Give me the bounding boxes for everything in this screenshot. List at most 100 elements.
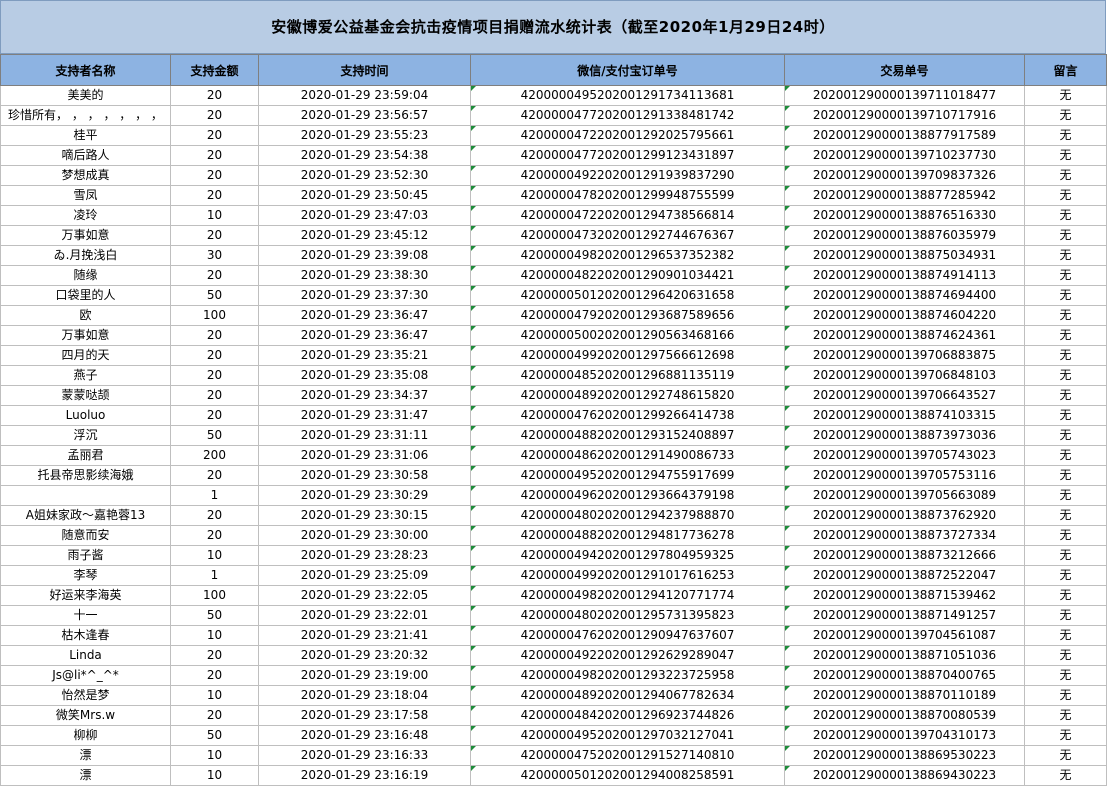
cell-amount[interactable]: 20 xyxy=(170,265,259,286)
cell-time[interactable]: 2020-01-29 23:30:29 xyxy=(258,485,471,506)
cell-transaction-number[interactable]: 202001290000139709837326 xyxy=(784,165,1025,186)
cell-supporter-name[interactable]: 随缘 xyxy=(0,265,171,286)
cell-amount[interactable]: 20 xyxy=(170,645,259,666)
cell-amount[interactable]: 10 xyxy=(170,745,259,766)
header-supporter-name[interactable]: 支持者名称 xyxy=(0,54,171,86)
cell-order-number[interactable]: 4200000477202001291338481742 xyxy=(470,105,785,126)
cell-message[interactable]: 无 xyxy=(1024,505,1107,526)
cell-supporter-name[interactable]: 万事如意 xyxy=(0,225,171,246)
header-message[interactable]: 留言 xyxy=(1024,54,1107,86)
cell-message[interactable]: 无 xyxy=(1024,285,1107,306)
cell-supporter-name[interactable]: 漂 xyxy=(0,765,171,786)
cell-message[interactable]: 无 xyxy=(1024,485,1107,506)
cell-order-number[interactable]: 4200000495202001294755917699 xyxy=(470,465,785,486)
cell-order-number[interactable]: 4200000498202001293223725958 xyxy=(470,665,785,686)
cell-time[interactable]: 2020-01-29 23:34:37 xyxy=(258,385,471,406)
cell-order-number[interactable]: 4200000475202001291527140810 xyxy=(470,745,785,766)
cell-order-number[interactable]: 4200000499202001291017616253 xyxy=(470,565,785,586)
cell-time[interactable]: 2020-01-29 23:59:04 xyxy=(258,85,471,106)
cell-supporter-name[interactable]: 微笑Mrs.w xyxy=(0,705,171,726)
cell-supporter-name[interactable]: 嘀后路人 xyxy=(0,145,171,166)
cell-supporter-name[interactable]: 托县帝思影续海娥 xyxy=(0,465,171,486)
cell-time[interactable]: 2020-01-29 23:16:33 xyxy=(258,745,471,766)
cell-order-number[interactable]: 4200000484202001296923744826 xyxy=(470,705,785,726)
cell-order-number[interactable]: 4200000501202001294008258591 xyxy=(470,765,785,786)
cell-message[interactable]: 无 xyxy=(1024,685,1107,706)
cell-message[interactable]: 无 xyxy=(1024,345,1107,366)
cell-transaction-number[interactable]: 202001290000139705663089 xyxy=(784,485,1025,506)
cell-time[interactable]: 2020-01-29 23:22:05 xyxy=(258,585,471,606)
cell-order-number[interactable]: 4200000472202001294738566814 xyxy=(470,205,785,226)
cell-time[interactable]: 2020-01-29 23:37:30 xyxy=(258,285,471,306)
cell-amount[interactable]: 20 xyxy=(170,385,259,406)
cell-order-number[interactable]: 4200000488202001294817736278 xyxy=(470,525,785,546)
cell-time[interactable]: 2020-01-29 23:55:23 xyxy=(258,125,471,146)
cell-amount[interactable]: 50 xyxy=(170,605,259,626)
cell-message[interactable]: 无 xyxy=(1024,745,1107,766)
cell-amount[interactable]: 20 xyxy=(170,145,259,166)
cell-supporter-name[interactable]: 凌玲 xyxy=(0,205,171,226)
cell-transaction-number[interactable]: 202001290000138873973036 xyxy=(784,425,1025,446)
cell-amount[interactable]: 50 xyxy=(170,725,259,746)
cell-amount[interactable]: 1 xyxy=(170,485,259,506)
cell-transaction-number[interactable]: 202001290000138871539462 xyxy=(784,585,1025,606)
cell-amount[interactable]: 20 xyxy=(170,85,259,106)
cell-message[interactable]: 无 xyxy=(1024,205,1107,226)
cell-amount[interactable]: 20 xyxy=(170,105,259,126)
cell-order-number[interactable]: 4200000492202001291939837290 xyxy=(470,165,785,186)
header-amount[interactable]: 支持金额 xyxy=(170,54,259,86)
cell-order-number[interactable]: 4200000496202001293664379198 xyxy=(470,485,785,506)
cell-message[interactable]: 无 xyxy=(1024,605,1107,626)
cell-message[interactable]: 无 xyxy=(1024,185,1107,206)
cell-order-number[interactable]: 4200000489202001294067782634 xyxy=(470,685,785,706)
cell-time[interactable]: 2020-01-29 23:35:21 xyxy=(258,345,471,366)
cell-amount[interactable]: 20 xyxy=(170,465,259,486)
cell-supporter-name[interactable]: 好运来李海英 xyxy=(0,585,171,606)
cell-transaction-number[interactable]: 202001290000138874624361 xyxy=(784,325,1025,346)
cell-transaction-number[interactable]: 202001290000138873212666 xyxy=(784,545,1025,566)
cell-transaction-number[interactable]: 202001290000139706643527 xyxy=(784,385,1025,406)
cell-supporter-name[interactable]: 珍惜所有， ， ， ， ， ， ， xyxy=(0,105,171,126)
cell-order-number[interactable]: 4200000492202001292629289047 xyxy=(470,645,785,666)
cell-transaction-number[interactable]: 202001290000139706848103 xyxy=(784,365,1025,386)
cell-time[interactable]: 2020-01-29 23:56:57 xyxy=(258,105,471,126)
cell-time[interactable]: 2020-01-29 23:30:00 xyxy=(258,525,471,546)
cell-amount[interactable]: 1 xyxy=(170,565,259,586)
cell-transaction-number[interactable]: 202001290000138875034931 xyxy=(784,245,1025,266)
cell-transaction-number[interactable]: 202001290000138871491257 xyxy=(784,605,1025,626)
cell-amount[interactable]: 50 xyxy=(170,285,259,306)
cell-message[interactable]: 无 xyxy=(1024,425,1107,446)
cell-time[interactable]: 2020-01-29 23:30:15 xyxy=(258,505,471,526)
cell-supporter-name[interactable]: 美美的 xyxy=(0,85,171,106)
cell-time[interactable]: 2020-01-29 23:31:06 xyxy=(258,445,471,466)
cell-transaction-number[interactable]: 202001290000139710237730 xyxy=(784,145,1025,166)
cell-order-number[interactable]: 4200000498202001294120771774 xyxy=(470,585,785,606)
cell-time[interactable]: 2020-01-29 23:16:48 xyxy=(258,725,471,746)
header-time[interactable]: 支持时间 xyxy=(258,54,471,86)
cell-amount[interactable]: 100 xyxy=(170,585,259,606)
cell-supporter-name[interactable] xyxy=(0,485,171,506)
cell-message[interactable]: 无 xyxy=(1024,265,1107,286)
cell-order-number[interactable]: 4200000480202001295731395823 xyxy=(470,605,785,626)
cell-amount[interactable]: 10 xyxy=(170,625,259,646)
cell-transaction-number[interactable]: 202001290000139704310173 xyxy=(784,725,1025,746)
cell-message[interactable]: 无 xyxy=(1024,465,1107,486)
cell-time[interactable]: 2020-01-29 23:31:11 xyxy=(258,425,471,446)
cell-time[interactable]: 2020-01-29 23:22:01 xyxy=(258,605,471,626)
cell-time[interactable]: 2020-01-29 23:25:09 xyxy=(258,565,471,586)
cell-amount[interactable]: 10 xyxy=(170,765,259,786)
cell-order-number[interactable]: 4200000476202001290947637607 xyxy=(470,625,785,646)
cell-message[interactable]: 无 xyxy=(1024,565,1107,586)
cell-time[interactable]: 2020-01-29 23:20:32 xyxy=(258,645,471,666)
cell-transaction-number[interactable]: 202001290000138869530223 xyxy=(784,745,1025,766)
cell-order-number[interactable]: 4200000482202001290901034421 xyxy=(470,265,785,286)
cell-message[interactable]: 无 xyxy=(1024,705,1107,726)
cell-supporter-name[interactable]: Linda xyxy=(0,645,171,666)
cell-message[interactable]: 无 xyxy=(1024,165,1107,186)
cell-message[interactable]: 无 xyxy=(1024,625,1107,646)
cell-supporter-name[interactable]: 怡然是梦 xyxy=(0,685,171,706)
cell-amount[interactable]: 10 xyxy=(170,545,259,566)
header-order-number[interactable]: 微信/支付宝订单号 xyxy=(470,54,785,86)
cell-supporter-name[interactable]: 雨子酱 xyxy=(0,545,171,566)
cell-transaction-number[interactable]: 202001290000138874103315 xyxy=(784,405,1025,426)
